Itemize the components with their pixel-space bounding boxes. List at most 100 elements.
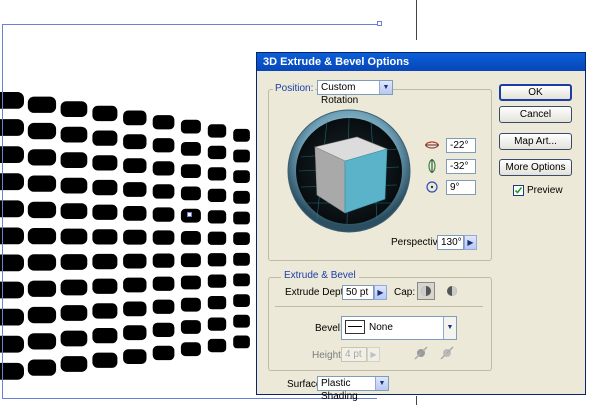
- grid-square: [60, 126, 88, 143]
- extrude-depth-arrow-button[interactable]: ▶: [374, 285, 387, 300]
- grid-square: [92, 155, 118, 171]
- more-options-button[interactable]: More Options: [499, 159, 572, 176]
- grid-square: [152, 276, 175, 291]
- grid-square: [152, 115, 175, 130]
- grid-square: [152, 345, 175, 361]
- grid-square: [180, 142, 201, 156]
- grid-square: [0, 281, 24, 299]
- cap-on-icon[interactable]: [417, 282, 435, 300]
- rotate-x-icon: [425, 141, 439, 149]
- grid-square: [123, 253, 147, 269]
- grid-square: [180, 119, 201, 134]
- bevel-label: Bevel:: [315, 323, 343, 334]
- perspective-field[interactable]: 130°: [437, 235, 464, 250]
- grid-square: [60, 305, 88, 321]
- extrude-bevel-dialog: 3D Extrude & Bevel Options Position: Cus…: [256, 52, 586, 402]
- grid-square: [207, 231, 227, 245]
- grid-square: [0, 254, 24, 272]
- rotate-z-icon: [426, 181, 438, 193]
- grid-square: [152, 253, 175, 268]
- height-arrow-button[interactable]: ▶: [367, 347, 380, 362]
- center-handle[interactable]: [187, 212, 192, 217]
- grid-square: [60, 254, 88, 270]
- grid-square: [123, 349, 147, 364]
- bevel-in-icon[interactable]: [439, 345, 455, 361]
- grid-square: [27, 175, 57, 192]
- grid-square: [27, 359, 57, 376]
- grid-square: [180, 186, 201, 201]
- grid-square: [233, 149, 250, 163]
- grid-square: [0, 173, 24, 191]
- grid-square: [233, 190, 250, 204]
- guide-line: [416, 396, 417, 405]
- grid-square: [0, 335, 24, 353]
- surface-select[interactable]: Plastic Shading ▼: [317, 376, 389, 402]
- perspective-arrow-button[interactable]: ▶: [464, 235, 477, 250]
- cancel-button[interactable]: Cancel: [499, 106, 572, 123]
- grid-square: [92, 105, 118, 122]
- cap-off-icon[interactable]: [445, 284, 459, 298]
- position-label: Position:: [273, 83, 316, 94]
- cap-label: Cap:: [394, 287, 416, 298]
- selection-top-edge: [2, 24, 382, 25]
- grid-square: [123, 110, 147, 126]
- grid-square: [92, 303, 118, 319]
- chevron-down-icon: ▼: [443, 317, 456, 339]
- rotate-y-field[interactable]: -32°: [446, 159, 476, 174]
- grid-square: [0, 119, 24, 136]
- height-field[interactable]: 4 pt: [341, 347, 367, 362]
- grid-square: [207, 167, 227, 181]
- extrude-depth-field[interactable]: 50 pt: [342, 285, 374, 300]
- bevel-out-icon[interactable]: [413, 345, 429, 361]
- grid-square: [180, 342, 201, 357]
- grid-square: [123, 325, 147, 341]
- grid-square: [60, 152, 88, 168]
- grid-square: [27, 306, 57, 324]
- grid-square: [123, 182, 147, 197]
- grid-square: [123, 229, 147, 245]
- rotation-trackball[interactable]: [287, 109, 411, 233]
- grid-square: [152, 138, 175, 153]
- grid-square: [60, 279, 88, 296]
- grid-square: [180, 253, 201, 268]
- grid-square: [27, 96, 57, 113]
- grid-square: [233, 294, 250, 307]
- chevron-down-icon: ▼: [375, 377, 388, 390]
- grid-square: [60, 203, 88, 219]
- map-art-button[interactable]: Map Art...: [499, 133, 572, 150]
- preview-label: Preview: [527, 185, 563, 196]
- grid-square: [60, 228, 88, 245]
- grid-square: [233, 273, 250, 287]
- grid-square: [0, 308, 24, 326]
- selection-left-edge: [2, 24, 3, 399]
- grid-square: [207, 253, 227, 267]
- guide-line: [416, 0, 417, 40]
- preview-checkbox[interactable]: [513, 185, 524, 196]
- grid-square: [152, 322, 175, 337]
- grid-square: [0, 362, 24, 380]
- rotate-z-field[interactable]: 9°: [446, 180, 476, 195]
- grid-square: [233, 314, 250, 328]
- rotate-y-icon: [428, 159, 436, 173]
- grid-square: [92, 229, 118, 245]
- bevel-preview-icon: [345, 320, 365, 335]
- grid-square: [0, 146, 24, 163]
- grid-square: [123, 277, 147, 293]
- grid-square: [233, 252, 250, 266]
- divider: [275, 306, 483, 307]
- grid-square: [92, 328, 118, 344]
- height-label: Height:: [312, 350, 344, 361]
- position-select[interactable]: Custom Rotation ▼: [317, 80, 393, 106]
- grid-square: [180, 275, 201, 290]
- selection-handle[interactable]: [377, 21, 382, 26]
- grid-square: [92, 204, 118, 220]
- grid-square: [92, 278, 118, 294]
- rotate-x-field[interactable]: -22°: [446, 138, 476, 153]
- grid-square: [180, 320, 201, 334]
- grid-square: [27, 254, 57, 271]
- grid-square: [27, 280, 57, 297]
- grid-square: [207, 274, 227, 288]
- grid-square: [60, 330, 88, 347]
- ok-button[interactable]: OK: [499, 84, 572, 101]
- bevel-select[interactable]: None ▼: [341, 316, 457, 340]
